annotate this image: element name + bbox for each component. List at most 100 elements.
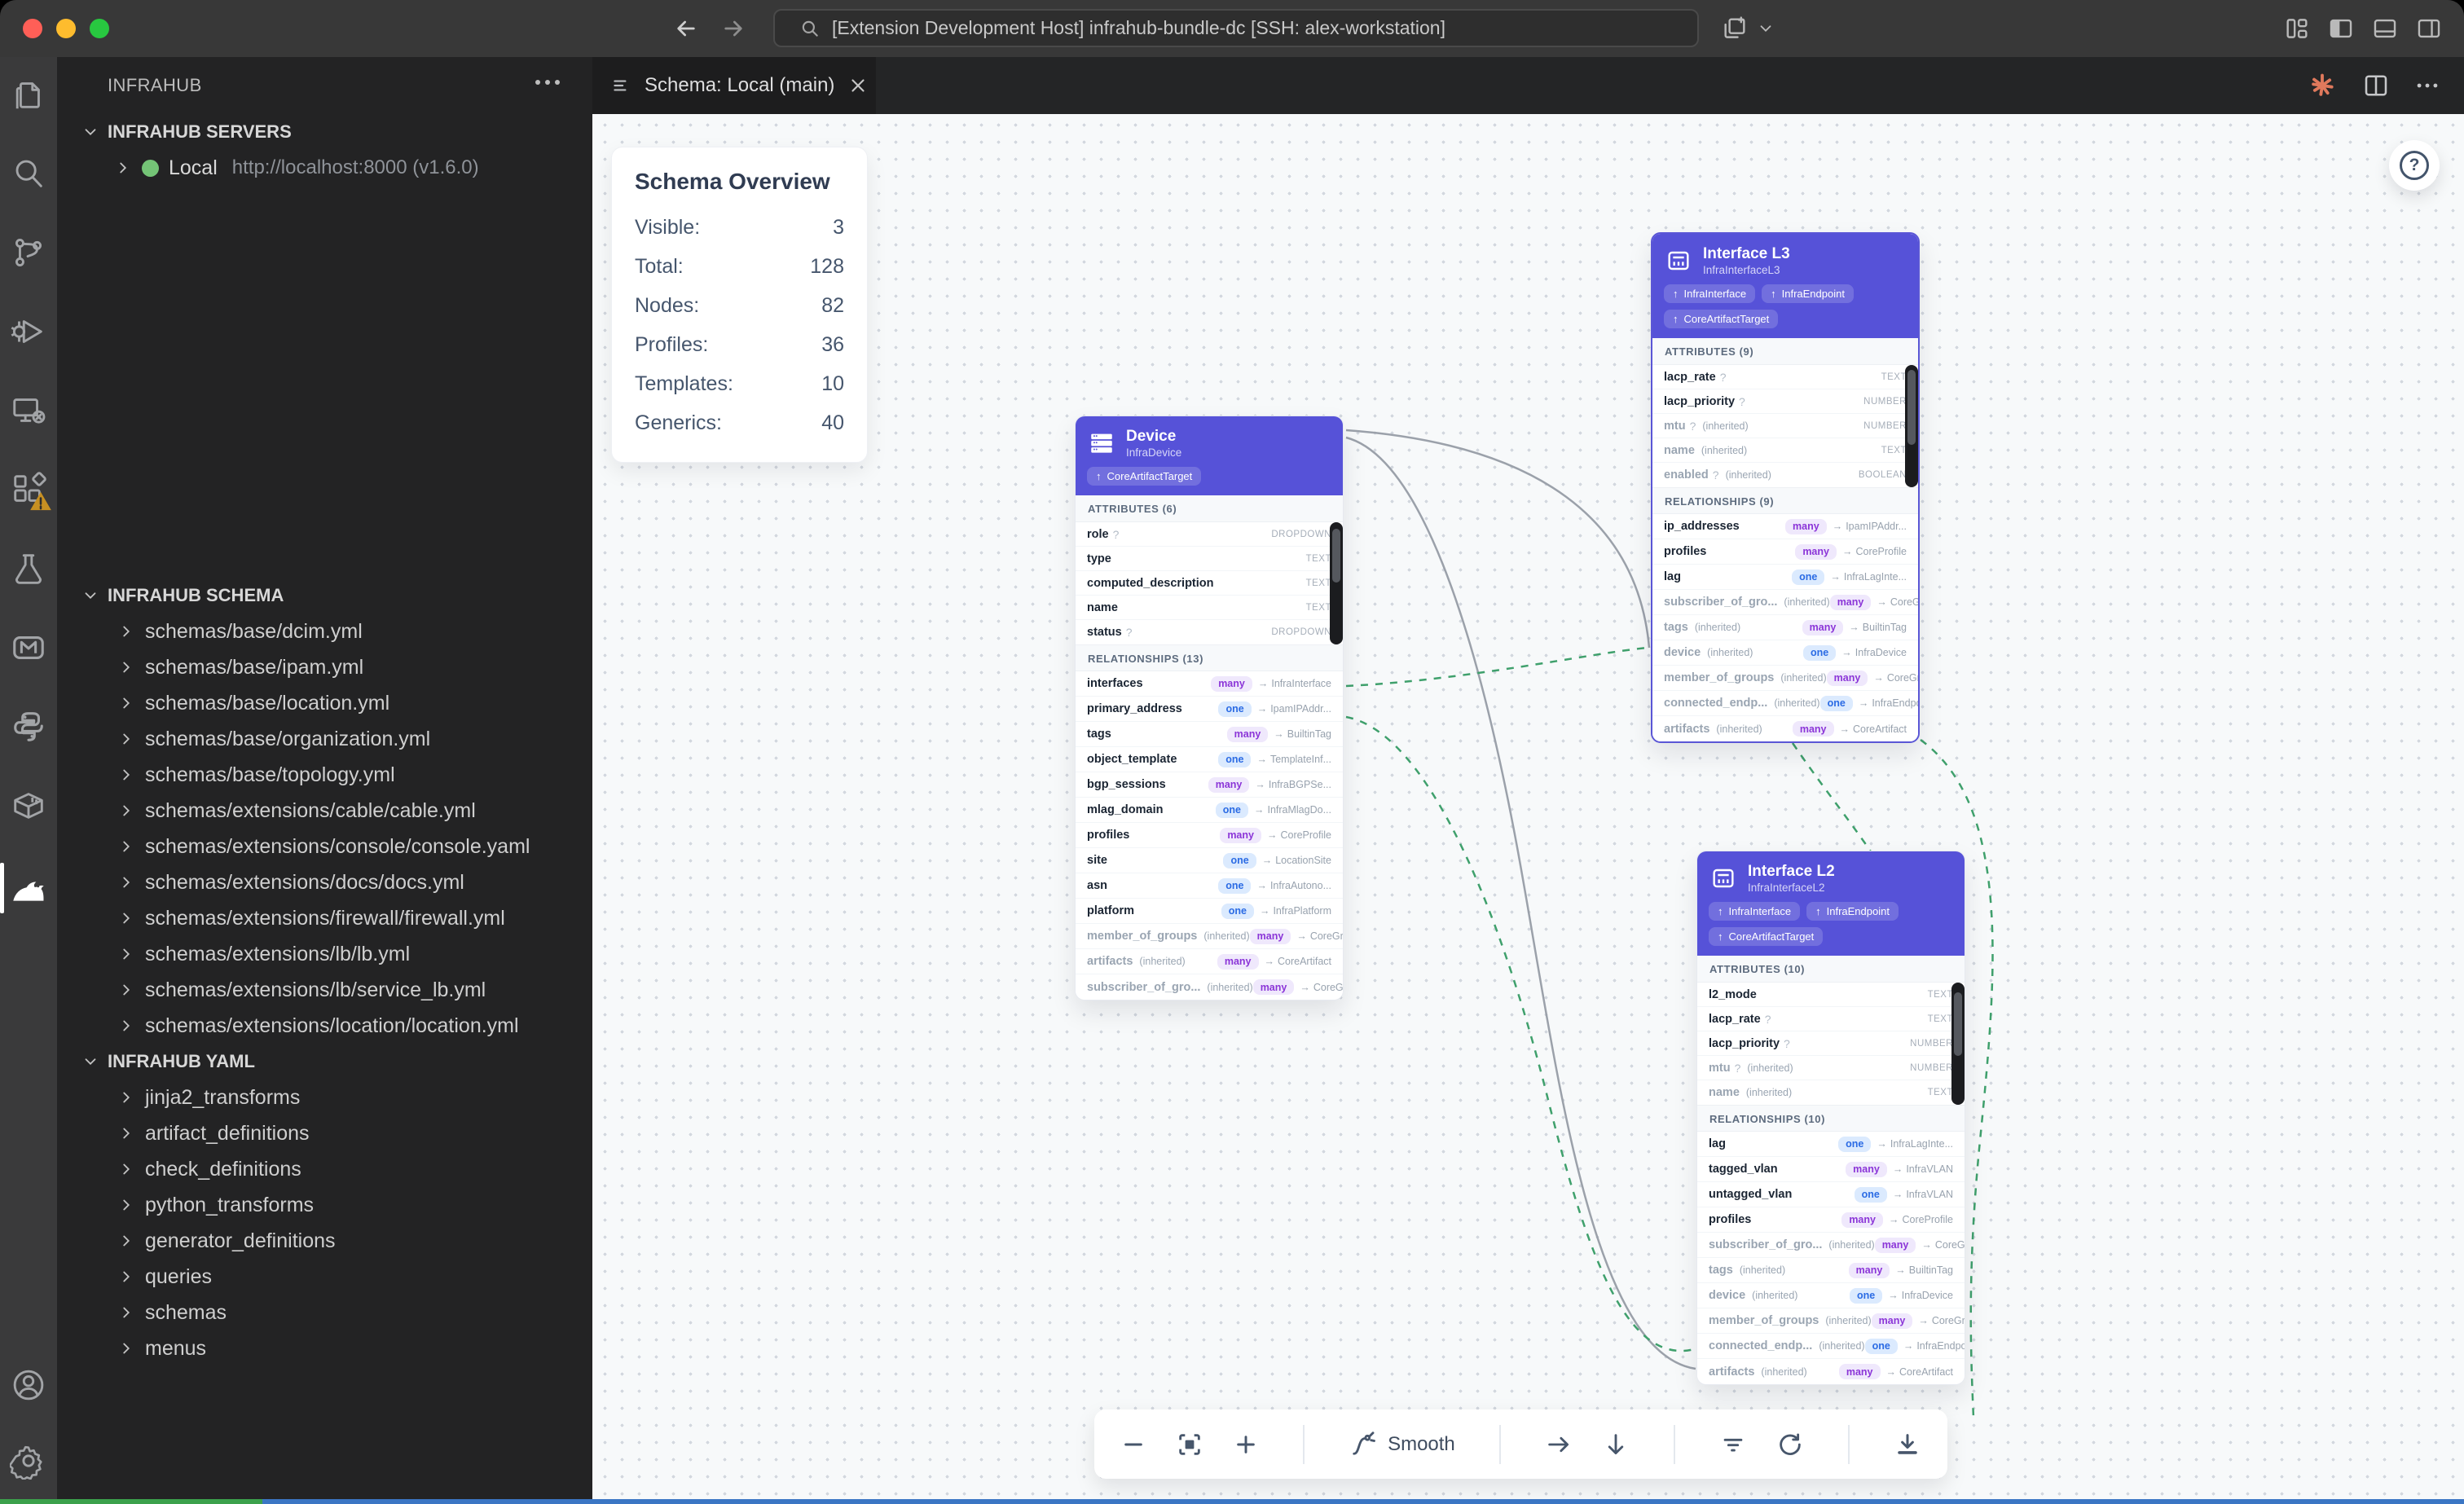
attribute-row[interactable]: lacp_rate ? TEXT [1652,365,1918,389]
schema-file-item[interactable]: schemas/base/dcim.yml [57,613,592,649]
tab-schema-local-main[interactable]: Schema: Local (main) [592,57,876,114]
minimize-window-button[interactable] [56,19,76,38]
relationship-row[interactable]: artifacts (inherited) many → CoreArtifac… [1652,716,1918,741]
refresh-button[interactable] [1776,1431,1804,1458]
attribute-row[interactable]: lacp_rate ? TEXT [1697,1007,1965,1031]
node-header[interactable]: Interface L3 InfraInterfaceL3 ↑ InfraInt… [1652,234,1918,338]
relationship-row[interactable]: ip_addresses many → IpamIPAddr... [1652,514,1918,539]
relationship-row[interactable]: device (inherited) one → InfraDevice [1697,1283,1965,1308]
schema-node-device[interactable]: Device InfraDevice ↑ CoreArtifactTarget … [1075,416,1344,1000]
more-actions-icon[interactable] [535,80,560,85]
relationship-row[interactable]: site one → LocationSite [1076,848,1343,873]
schema-node-interface-l3[interactable]: Interface L3 InfraInterfaceL3 ↑ InfraInt… [1651,232,1920,743]
python-icon[interactable] [0,698,57,755]
schema-file-item[interactable]: schemas/extensions/cable/cable.yml [57,793,592,829]
attribute-row[interactable]: enabled ? (inherited) BOOLEAN [1652,463,1918,487]
relationship-row[interactable]: untagged_vlan one → InfraVLAN [1697,1182,1965,1207]
attribute-row[interactable]: status ? DROPDOWN [1076,620,1343,644]
relationship-row[interactable]: member_of_groups (inherited) many → Core… [1652,666,1918,691]
new-window-icon[interactable] [1721,15,1749,42]
attribute-row[interactable]: mtu ? (inherited) NUMBER [1652,414,1918,438]
relationship-row[interactable]: interfaces many → InfraInterface [1076,671,1343,697]
layout-horizontal-button[interactable] [1545,1431,1573,1458]
download-button[interactable] [1894,1431,1921,1458]
card-scrollbar[interactable] [1330,522,1343,644]
relationship-row[interactable]: bgp_sessions many → InfraBGPSe... [1076,772,1343,798]
split-editor-icon[interactable] [2361,71,2391,100]
toggle-secondary-sidebar-icon[interactable] [2415,15,2443,42]
yaml-folder-item[interactable]: schemas [57,1295,592,1330]
yaml-folder-item[interactable]: python_transforms [57,1187,592,1223]
extensions-icon[interactable] [0,461,57,518]
schema-file-item[interactable]: schemas/base/organization.yml [57,721,592,757]
schema-file-item[interactable]: schemas/base/topology.yml [57,757,592,793]
card-scrollbar[interactable] [1951,983,1965,1105]
chevron-down-icon[interactable] [1757,20,1775,37]
settings-gear-icon[interactable] [0,1432,57,1489]
schema-file-item[interactable]: schemas/extensions/firewall/firewall.yml [57,900,592,936]
fit-view-button[interactable] [1176,1431,1203,1458]
infrahub-view-icon[interactable] [0,860,57,917]
attribute-row[interactable]: name (inherited) TEXT [1697,1080,1965,1105]
relationship-row[interactable]: asn one → InfraAutono... [1076,873,1343,899]
pane-infrahub-servers[interactable]: INFRAHUB SERVERS [57,114,592,150]
toggle-panel-icon[interactable] [2371,15,2399,42]
schema-node-interface-l2[interactable]: Interface L2 InfraInterfaceL2 ↑ InfraInt… [1696,851,1965,1385]
attribute-row[interactable]: name TEXT [1076,596,1343,620]
schema-file-item[interactable]: schemas/extensions/lb/lb.yml [57,936,592,972]
command-center[interactable]: [Extension Development Host] infrahub-bu… [773,9,1699,47]
attribute-row[interactable]: role ? DROPDOWN [1076,522,1343,547]
back-arrow-icon[interactable] [673,15,699,42]
relationship-row[interactable]: member_of_groups (inherited) many → Core… [1076,924,1343,949]
yaml-folder-item[interactable]: menus [57,1330,592,1366]
schema-file-item[interactable]: schemas/extensions/lb/service_lb.yml [57,972,592,1008]
yaml-folder-item[interactable]: jinja2_transforms [57,1080,592,1115]
relationship-row[interactable]: profiles many → CoreProfile [1652,539,1918,565]
schema-file-item[interactable]: schemas/base/ipam.yml [57,649,592,685]
relationship-row[interactable]: subscriber_of_gro... (inherited) many → … [1076,974,1343,1000]
attribute-row[interactable]: type TEXT [1076,547,1343,571]
zoom-window-button[interactable] [90,19,109,38]
relationship-row[interactable]: subscriber_of_gro... (inherited) many → … [1697,1233,1965,1258]
attribute-row[interactable]: name (inherited) TEXT [1652,438,1918,463]
attribute-row[interactable]: mtu ? (inherited) NUMBER [1697,1056,1965,1080]
relationship-row[interactable]: profiles many → CoreProfile [1076,823,1343,848]
remote-explorer-icon[interactable] [0,382,57,439]
run-and-debug-icon[interactable] [0,303,57,360]
source-control-icon[interactable] [0,224,57,281]
close-window-button[interactable] [23,19,42,38]
relationship-row[interactable]: tags (inherited) many → BuiltinTag [1697,1258,1965,1283]
yaml-folder-item[interactable]: queries [57,1259,592,1295]
relationship-row[interactable]: primary_address one → IpamIPAddr... [1076,697,1343,722]
attribute-row[interactable]: lacp_priority ? NUMBER [1697,1031,1965,1056]
more-actions-icon[interactable] [2413,72,2441,99]
pane-infrahub-schema[interactable]: INFRAHUB SCHEMA [57,578,592,613]
infrahub-logo-icon[interactable] [2306,69,2339,102]
relationship-row[interactable]: device (inherited) one → InfraDevice [1652,640,1918,666]
relationship-row[interactable]: artifacts (inherited) many → CoreArtifac… [1697,1359,1965,1384]
relationship-row[interactable]: lag one → InfraLagInte... [1652,565,1918,590]
relationship-row[interactable]: tags many → BuiltinTag [1076,722,1343,747]
testing-icon[interactable] [0,540,57,597]
forward-arrow-icon[interactable] [720,15,746,42]
relationship-row[interactable]: mlag_domain one → InfraMlagDo... [1076,798,1343,823]
yaml-folder-item[interactable]: generator_definitions [57,1223,592,1259]
relationship-row[interactable]: tagged_vlan many → InfraVLAN [1697,1157,1965,1182]
node-header[interactable]: Interface L2 InfraInterfaceL2 ↑ InfraInt… [1697,851,1965,956]
yaml-folder-item[interactable]: artifact_definitions [57,1115,592,1151]
relationship-row[interactable]: connected_endp... (inherited) one → Infr… [1697,1334,1965,1359]
attribute-row[interactable]: lacp_priority ? NUMBER [1652,389,1918,414]
relationship-row[interactable]: tags (inherited) many → BuiltinTag [1652,615,1918,640]
zoom-out-button[interactable] [1120,1431,1146,1458]
relationship-row[interactable]: profiles many → CoreProfile [1697,1207,1965,1233]
pane-infrahub-yaml[interactable]: INFRAHUB YAML [57,1044,592,1080]
containers-icon[interactable] [0,777,57,834]
customize-layout-icon[interactable] [2283,15,2311,42]
filter-button[interactable] [1719,1431,1747,1458]
close-tab-icon[interactable] [847,75,869,96]
attribute-row[interactable]: l2_mode TEXT [1697,983,1965,1007]
schema-file-item[interactable]: schemas/base/location.yml [57,685,592,721]
explorer-icon[interactable] [0,66,57,123]
extension-m-icon[interactable] [0,619,57,676]
relationship-row[interactable]: connected_endp... (inherited) one → Infr… [1652,691,1918,716]
